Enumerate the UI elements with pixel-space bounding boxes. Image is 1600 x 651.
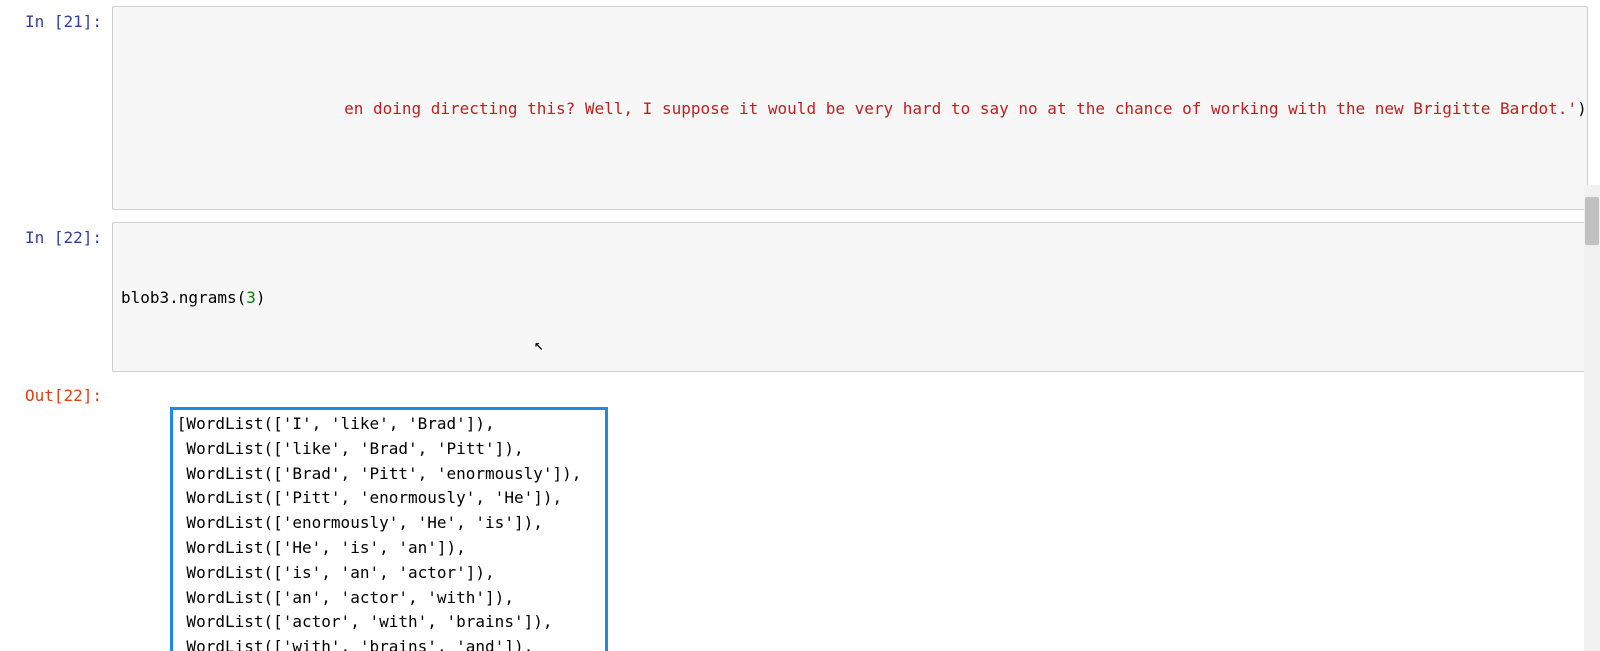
string-literal: en doing directing this? Well, I suppose… — [344, 99, 1577, 118]
output-prompt-22: Out[22]: — [0, 380, 112, 405]
cell-in-22: In [22]: blob3.ngrams(3) — [0, 216, 1600, 378]
selected-output-block: [WordList(['I', 'like', 'Brad']), WordLi… — [170, 407, 608, 651]
scrollbar-thumb[interactable] — [1585, 197, 1599, 245]
input-prompt-21: In [21]: — [0, 6, 112, 31]
code-input-21[interactable]: en doing directing this? Well, I suppose… — [112, 6, 1588, 210]
jupyter-notebook: In [21]: en doing directing this? Well, … — [0, 0, 1600, 651]
code-text: blob3.ngrams( — [121, 288, 246, 307]
close-paren: ) — [1577, 99, 1587, 118]
code-text: ) — [256, 288, 266, 307]
vertical-scrollbar[interactable] — [1584, 185, 1600, 651]
code-input-22[interactable]: blob3.ngrams(3) — [112, 222, 1588, 372]
output-area-22[interactable]: [WordList(['I', 'like', 'Brad']), WordLi… — [112, 380, 1588, 651]
number-literal: 3 — [246, 288, 256, 307]
input-prompt-22: In [22]: — [0, 222, 112, 247]
cell-out-22: Out[22]: [WordList(['I', 'like', 'Brad']… — [0, 378, 1600, 651]
cell-in-21: In [21]: en doing directing this? Well, … — [0, 0, 1600, 216]
